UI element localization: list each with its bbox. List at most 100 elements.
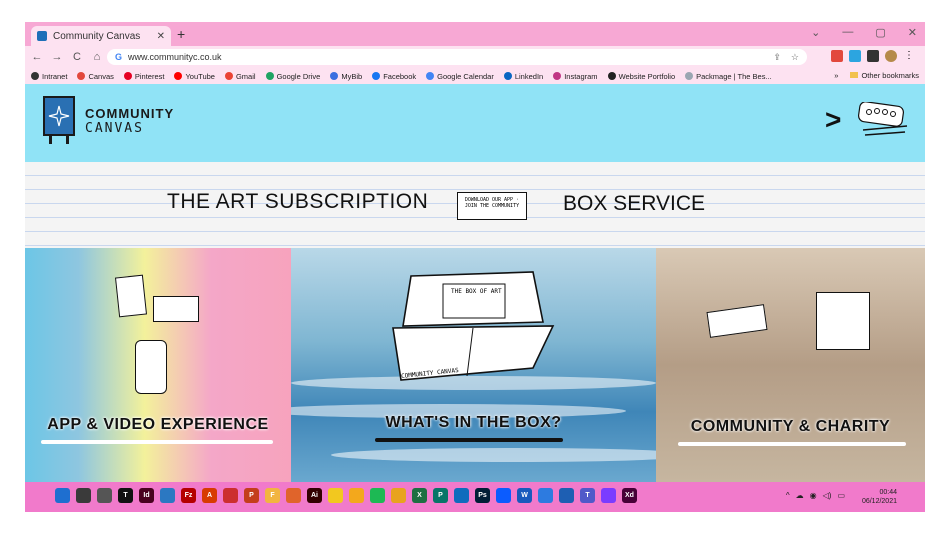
taskbar-app-icon[interactable] bbox=[349, 488, 364, 503]
taskbar-app-icon[interactable] bbox=[55, 488, 70, 503]
app-ticket-illustration[interactable]: DOWNLOAD OUR APP · JOIN THE COMMUNITY bbox=[457, 192, 527, 220]
forward-button[interactable]: → bbox=[49, 51, 65, 63]
address-bar[interactable]: G www.communityc.co.uk ⇪ ☆ bbox=[107, 49, 807, 65]
globe-icon bbox=[607, 72, 616, 80]
taskbar-app-icon[interactable] bbox=[601, 488, 616, 503]
bookmark-label: LinkedIn bbox=[514, 71, 544, 81]
taskbar-app-icon[interactable]: Ai bbox=[307, 488, 322, 503]
bookmark-packmage[interactable]: Packmage | The Bes... bbox=[685, 72, 772, 81]
panel-whats-in-the-box[interactable]: THE BOX OF ART COMMUNITY CANVAS WHAT'S I… bbox=[291, 248, 656, 482]
taskbar-app-icon[interactable] bbox=[223, 488, 238, 503]
url-text[interactable]: www.communityc.co.uk bbox=[128, 52, 222, 62]
youtube-icon bbox=[174, 72, 183, 80]
paint-palette-icon[interactable] bbox=[855, 102, 911, 138]
bookmark-pinterest[interactable]: Pinterest bbox=[123, 72, 164, 81]
bookmark-google-drive[interactable]: Google Drive bbox=[265, 71, 321, 81]
underline bbox=[678, 442, 906, 446]
google-drive-icon bbox=[265, 72, 274, 80]
other-bookmarks-folder[interactable]: Other bookmarks bbox=[850, 71, 919, 80]
menu-chevron-icon[interactable]: > bbox=[825, 104, 841, 136]
puzzle-icon[interactable] bbox=[867, 50, 879, 62]
taskbar-app-icon[interactable] bbox=[160, 488, 175, 503]
taskbar-app-icon[interactable] bbox=[538, 488, 553, 503]
battery-icon[interactable]: ▭ bbox=[837, 491, 845, 500]
taskbar-app-icon[interactable]: Xd bbox=[622, 488, 637, 503]
taskbar-app-icon[interactable] bbox=[328, 488, 343, 503]
taskbar-app-icon[interactable]: T bbox=[580, 488, 595, 503]
bookmark-website-portfolio[interactable]: Website Portfolio bbox=[607, 72, 675, 81]
canvas-icon bbox=[77, 72, 86, 80]
taskbar-app-icon[interactable]: F bbox=[265, 488, 280, 503]
bookmark-label: Google Drive bbox=[276, 71, 321, 81]
bookmark-linkedin[interactable]: LinkedIn bbox=[503, 71, 544, 81]
taskbar-app-icon[interactable]: X bbox=[412, 488, 427, 503]
tablet-sketch bbox=[153, 296, 199, 322]
site-favicon-icon bbox=[37, 31, 47, 41]
minimize-button[interactable]: — bbox=[842, 26, 853, 39]
home-button[interactable]: ⌂ bbox=[89, 51, 105, 63]
volume-icon[interactable]: ◁) bbox=[823, 491, 832, 500]
reload-button[interactable]: C bbox=[69, 51, 85, 63]
extension-icon[interactable] bbox=[831, 50, 843, 62]
taskbar-app-icon[interactable] bbox=[97, 488, 112, 503]
taskbar-app-icon[interactable]: W bbox=[517, 488, 532, 503]
tab-search-icon[interactable]: ⌄ bbox=[811, 26, 820, 39]
brand-name-line1: COMMUNITY bbox=[85, 106, 175, 121]
bookmark-instagram[interactable]: Instagram bbox=[553, 72, 598, 81]
wifi-icon[interactable]: ◉ bbox=[810, 491, 817, 500]
other-bookmarks-label: Other bookmarks bbox=[861, 71, 919, 80]
bookmark-label: Canvas bbox=[88, 71, 114, 81]
bookmark-label: Facebook bbox=[383, 71, 417, 81]
taskbar-app-icon[interactable] bbox=[391, 488, 406, 503]
bookmark-label: Gmail bbox=[235, 71, 256, 81]
taskbar-app-icon[interactable] bbox=[370, 488, 385, 503]
taskbar-app-icon[interactable] bbox=[76, 488, 91, 503]
bookmark-gmail[interactable]: Gmail bbox=[224, 71, 256, 81]
tab-community-canvas[interactable]: Community Canvas ✕ bbox=[31, 26, 171, 46]
taskbar-app-icon[interactable]: P bbox=[433, 488, 448, 503]
bookmark-mybib[interactable]: MyBib bbox=[330, 72, 362, 81]
bookmarks-overflow-button[interactable]: » bbox=[834, 71, 838, 80]
art-box-illustration bbox=[392, 271, 555, 381]
taskbar-app-icon[interactable] bbox=[496, 488, 511, 503]
avatar[interactable] bbox=[885, 50, 897, 62]
folder-icon bbox=[850, 72, 859, 78]
panel-app-video[interactable]: APP & VIDEO EXPERIENCE bbox=[25, 248, 291, 482]
extension-icon[interactable] bbox=[849, 50, 861, 62]
taskbar-app-icon[interactable]: Ps bbox=[475, 488, 490, 503]
bookmark-google-calendar[interactable]: Google Calendar bbox=[426, 72, 494, 81]
close-window-button[interactable]: ✕ bbox=[908, 26, 917, 39]
bookmark-label: YouTube bbox=[185, 71, 215, 81]
bookmark-star-icon[interactable]: ☆ bbox=[791, 52, 799, 63]
taskbar-app-icon[interactable] bbox=[454, 488, 469, 503]
maximize-button[interactable]: ▢ bbox=[875, 26, 885, 39]
phone-sketch bbox=[135, 340, 167, 394]
onedrive-icon[interactable]: ☁ bbox=[796, 491, 804, 500]
share-icon[interactable]: ⇪ bbox=[773, 52, 781, 63]
panel-community-charity[interactable]: COMMUNITY & CHARITY bbox=[656, 248, 925, 482]
facebook-icon bbox=[372, 72, 381, 80]
taskbar-app-icon[interactable]: P bbox=[244, 488, 259, 503]
taskbar-app-icon[interactable]: Id bbox=[139, 488, 154, 503]
bookmark-youtube[interactable]: YouTube bbox=[174, 71, 215, 81]
pinterest-icon bbox=[123, 72, 132, 80]
bookmark-facebook[interactable]: Facebook bbox=[372, 72, 416, 81]
website-viewport: COMMUNITY CANVAS > THE ART SUBSCRIPTION … bbox=[25, 84, 925, 482]
extensions-area: ⋮ bbox=[831, 50, 915, 62]
taskbar-app-icon[interactable] bbox=[559, 488, 574, 503]
calendar-icon bbox=[426, 72, 435, 80]
bookmark-intranet[interactable]: Intranet bbox=[31, 72, 67, 81]
bookmark-canvas[interactable]: Canvas bbox=[77, 71, 114, 81]
taskbar-app-icon[interactable]: Fz bbox=[181, 488, 196, 503]
taskbar-app-icon[interactable]: T bbox=[118, 488, 133, 503]
taskbar-app-icon[interactable]: A bbox=[202, 488, 217, 503]
new-tab-button[interactable]: + bbox=[177, 26, 185, 42]
clock[interactable]: 00:44 06/12/2021 bbox=[862, 488, 897, 506]
packmage-icon bbox=[685, 72, 694, 80]
menu-kebab-icon[interactable]: ⋮ bbox=[903, 50, 915, 62]
taskbar-app-icon[interactable] bbox=[286, 488, 301, 503]
community-canvas-logo[interactable] bbox=[43, 96, 75, 144]
tray-chevron-icon[interactable]: ^ bbox=[786, 491, 790, 500]
back-button[interactable]: ← bbox=[29, 51, 45, 63]
tab-close-icon[interactable]: ✕ bbox=[157, 31, 165, 42]
